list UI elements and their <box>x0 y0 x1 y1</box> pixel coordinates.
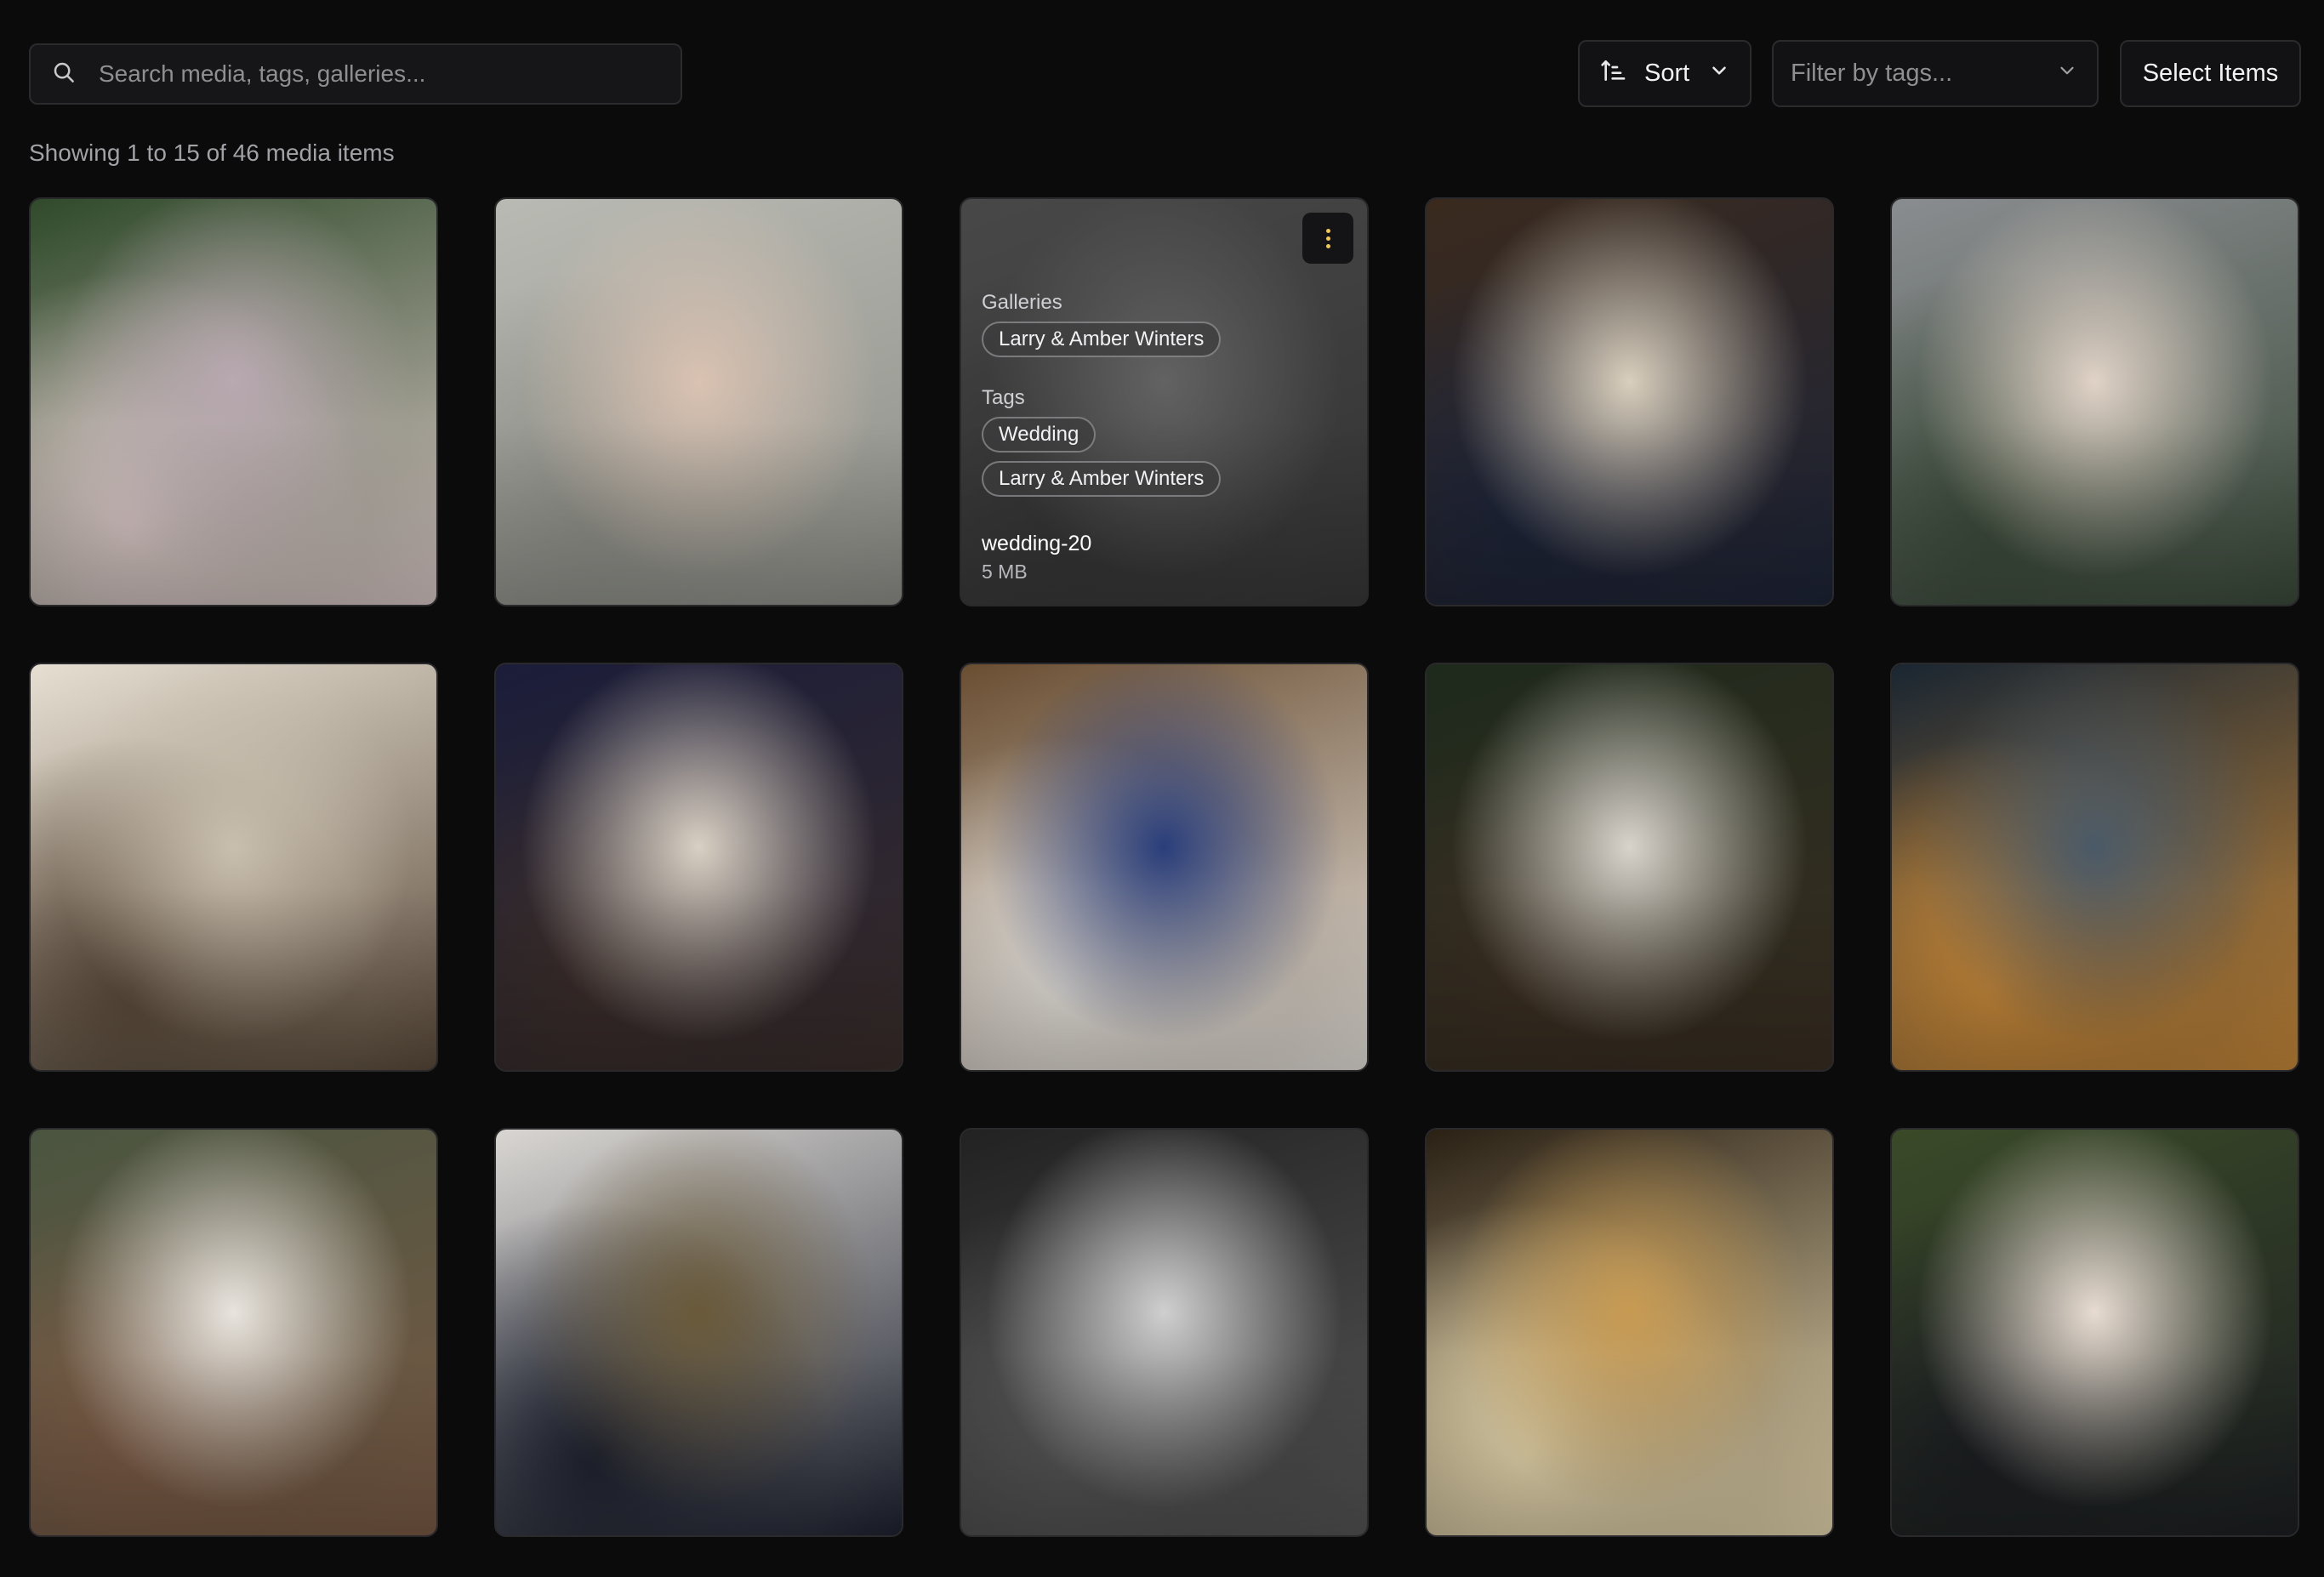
media-tile-sparkler-kiss[interactable] <box>494 663 903 1072</box>
thumbnail-shade <box>1427 664 1832 1070</box>
thumbnail-shade <box>1427 1130 1832 1535</box>
file-size: 5 MB <box>982 561 1028 583</box>
media-tile-bench-couple[interactable] <box>1425 663 1834 1072</box>
more-options-icon[interactable] <box>1302 213 1353 264</box>
media-tile-sparklers-night[interactable] <box>1890 663 2299 1072</box>
chevron-down-icon <box>1708 60 1730 88</box>
media-tile-heart-sand[interactable]: Galleries Larry & Amber Winters Tags Weddin… <box>960 197 1369 606</box>
media-tile-ring-hands[interactable] <box>494 197 903 606</box>
search-bar[interactable] <box>29 43 682 105</box>
media-tile-holding-hands[interactable] <box>1890 1128 2299 1537</box>
search-icon <box>51 60 77 89</box>
thumbnail-shade <box>1892 664 2298 1070</box>
media-tile-dress-closeup[interactable] <box>29 663 438 1072</box>
thumbnail-shade <box>1892 199 2298 605</box>
tag-chip[interactable]: Larry & Amber Winters <box>982 461 1222 497</box>
select-items-label: Select Items <box>2142 60 2279 87</box>
thumbnail-shade <box>31 199 436 605</box>
sort-button[interactable]: Sort <box>1578 40 1752 107</box>
media-tile-bouquet-couple[interactable] <box>1425 197 1834 606</box>
thumbnail-shade <box>31 664 436 1070</box>
thumbnail-shade <box>496 199 902 605</box>
sort-ascending-icon <box>1600 57 1627 91</box>
media-tile-bride-car[interactable] <box>1890 197 2299 606</box>
thumbnail-shade <box>961 664 1367 1070</box>
thumbnail-shade <box>1892 1130 2298 1535</box>
media-grid: Galleries Larry & Amber Winters Tags Weddin… <box>29 197 2299 1537</box>
thumbnail-shade <box>496 664 902 1070</box>
select-items-button[interactable]: Select Items <box>2120 40 2301 107</box>
toolbar: Sort Filter by tags... Select Items <box>0 0 2324 136</box>
media-tile-reception-toast[interactable] <box>1425 1128 1834 1537</box>
tag-chip[interactable]: Wedding <box>982 417 1096 453</box>
search-input[interactable] <box>99 45 681 103</box>
thumbnail-shade <box>31 1130 436 1535</box>
media-tile-piggyback-couple[interactable] <box>29 1128 438 1537</box>
gallery-chip[interactable]: Larry & Amber Winters <box>982 322 1222 357</box>
chevron-down-icon <box>2056 60 2078 88</box>
results-summary: Showing 1 to 15 of 46 media items <box>29 139 395 166</box>
media-details-overlay: Galleries Larry & Amber Winters Tags Weddin… <box>961 199 1367 605</box>
media-tile-bridesmaids-balloons[interactable] <box>29 197 438 606</box>
file-name: wedding-20 <box>982 532 1092 555</box>
thumbnail-shade <box>961 1130 1367 1535</box>
tag-filter-placeholder: Filter by tags... <box>1791 60 1953 87</box>
tags-heading: Tags <box>982 386 1025 409</box>
media-tile-confetti-bw[interactable] <box>960 1128 1369 1537</box>
sort-button-label: Sort <box>1644 60 1690 87</box>
thumbnail-shade <box>496 1130 902 1535</box>
media-tile-hilltop-couple[interactable] <box>494 1128 903 1537</box>
tag-filter-select[interactable]: Filter by tags... <box>1772 40 2099 107</box>
galleries-heading: Galleries <box>982 291 1062 314</box>
thumbnail-shade <box>1427 199 1832 605</box>
media-tile-aisle-exit[interactable] <box>960 663 1369 1072</box>
